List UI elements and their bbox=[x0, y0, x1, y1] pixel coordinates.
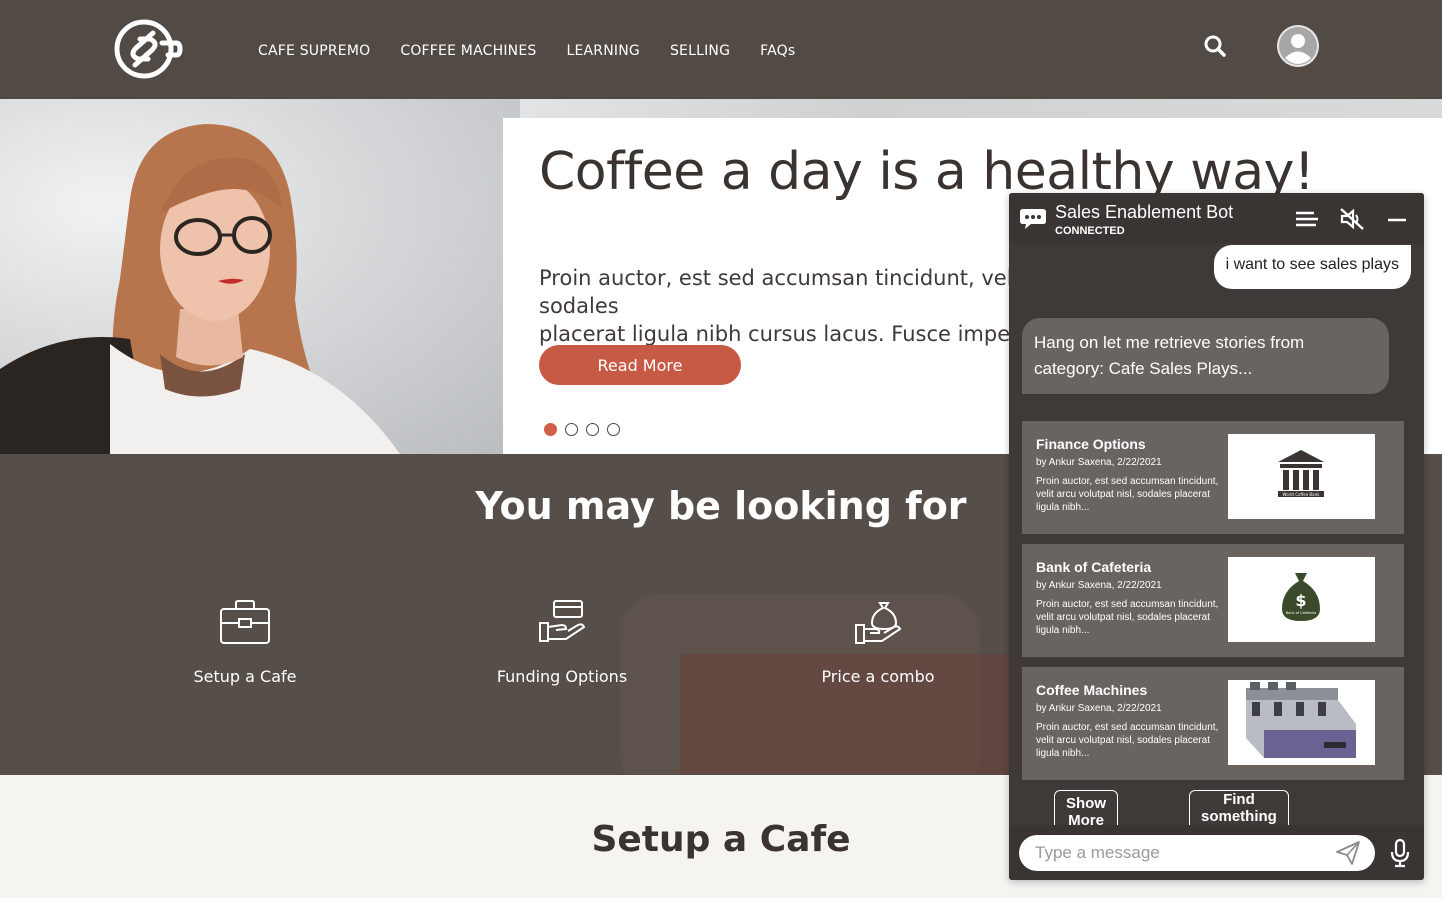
story-card-image: World Coffee Bank bbox=[1228, 434, 1375, 519]
bag-caption: Bank of Cafeteria bbox=[1286, 611, 1316, 615]
chat-input-bar bbox=[1009, 825, 1424, 880]
user-message: i want to see sales plays bbox=[1213, 245, 1411, 289]
search-icon[interactable] bbox=[1202, 33, 1228, 59]
carousel-dots bbox=[544, 423, 620, 436]
story-card-desc: Proin auctor, est sed accumsan tincidunt… bbox=[1036, 476, 1219, 513]
menu-icon[interactable] bbox=[1294, 207, 1320, 231]
bot-message: Hang on let me retrieve stories from cat… bbox=[1022, 318, 1389, 394]
story-card-image bbox=[1228, 680, 1375, 765]
money-bag-icon: $ Bank of Cafeteria bbox=[1282, 573, 1320, 621]
nav-coffee-machines[interactable]: COFFEE MACHINES bbox=[400, 43, 536, 59]
carousel-dot-3[interactable] bbox=[586, 423, 599, 436]
minimize-icon[interactable] bbox=[1385, 207, 1411, 231]
story-card-desc: Proin auctor, est sed accumsan tincidunt… bbox=[1036, 722, 1219, 759]
chatbot-panel: Sales Enablement Bot CONNECTED i want to… bbox=[1009, 193, 1424, 880]
top-header: CAFE SUPREMO COFFEE MACHINES LEARNING SE… bbox=[0, 0, 1442, 99]
feature-label: Price a combo bbox=[821, 667, 935, 686]
svg-text:$: $ bbox=[1295, 591, 1306, 610]
connection-status: CONNECTED bbox=[1055, 225, 1125, 237]
mute-icon[interactable] bbox=[1339, 207, 1365, 231]
chat-bubble-icon bbox=[1020, 209, 1046, 229]
nav-faqs[interactable]: FAQs bbox=[760, 43, 795, 59]
microphone-icon[interactable] bbox=[1389, 838, 1411, 868]
card-in-hand-icon bbox=[539, 600, 586, 642]
user-avatar-icon[interactable] bbox=[1277, 25, 1319, 67]
feature-label: Funding Options bbox=[496, 667, 628, 686]
main-nav: CAFE SUPREMO COFFEE MACHINES LEARNING SE… bbox=[258, 43, 795, 59]
nav-cafe-supremo[interactable]: CAFE SUPREMO bbox=[258, 43, 370, 59]
story-card-title: Bank of Cafeteria bbox=[1036, 559, 1152, 575]
hero-woman-photo bbox=[0, 124, 400, 454]
carousel-dot-2[interactable] bbox=[565, 423, 578, 436]
story-card-bank-of-cafeteria[interactable]: Bank of Cafeteria by Ankur Saxena, 2/22/… bbox=[1022, 544, 1404, 657]
story-card-meta: by Ankur Saxena, 2/22/2021 bbox=[1036, 703, 1162, 714]
story-card-title: Coffee Machines bbox=[1036, 682, 1148, 698]
bank-building-icon: World Coffee Bank bbox=[1278, 450, 1324, 497]
cafe-logo-icon[interactable] bbox=[114, 18, 186, 80]
message-input[interactable] bbox=[1019, 835, 1375, 871]
story-card-finance-options[interactable]: Finance Options by Ankur Saxena, 2/22/20… bbox=[1022, 421, 1404, 534]
nav-selling[interactable]: SELLING bbox=[670, 43, 730, 59]
story-card-desc: Proin auctor, est sed accumsan tincidunt… bbox=[1036, 599, 1219, 636]
carousel-dot-1[interactable] bbox=[544, 423, 557, 436]
chatbot-title: Sales Enablement Bot bbox=[1055, 202, 1234, 222]
read-more-button[interactable]: Read More bbox=[539, 345, 741, 385]
money-bag-hand-icon bbox=[855, 602, 902, 644]
story-card-image: $ Bank of Cafeteria bbox=[1228, 557, 1375, 642]
story-card-title: Finance Options bbox=[1036, 436, 1146, 452]
story-card-meta: by Ankur Saxena, 2/22/2021 bbox=[1036, 580, 1162, 591]
feature-funding-options[interactable]: Funding Options bbox=[432, 599, 692, 686]
carousel-dot-4[interactable] bbox=[607, 423, 620, 436]
feature-price-combo[interactable]: Price a combo bbox=[748, 599, 1008, 686]
feature-label: Setup a Cafe bbox=[193, 667, 297, 686]
espresso-machine-icon bbox=[1246, 682, 1356, 758]
chatbot-header: Sales Enablement Bot CONNECTED bbox=[1009, 193, 1424, 243]
send-icon[interactable] bbox=[1335, 840, 1361, 866]
story-card-coffee-machines[interactable]: Coffee Machines by Ankur Saxena, 2/22/20… bbox=[1022, 667, 1404, 780]
briefcase-icon bbox=[220, 600, 270, 644]
bank-caption: World Coffee Bank bbox=[1283, 492, 1321, 497]
nav-learning[interactable]: LEARNING bbox=[566, 43, 639, 59]
chat-messages[interactable]: i want to see sales plays Hang on let me… bbox=[1009, 243, 1424, 825]
feature-setup-cafe[interactable]: Setup a Cafe bbox=[115, 599, 375, 686]
story-card-meta: by Ankur Saxena, 2/22/2021 bbox=[1036, 457, 1162, 468]
